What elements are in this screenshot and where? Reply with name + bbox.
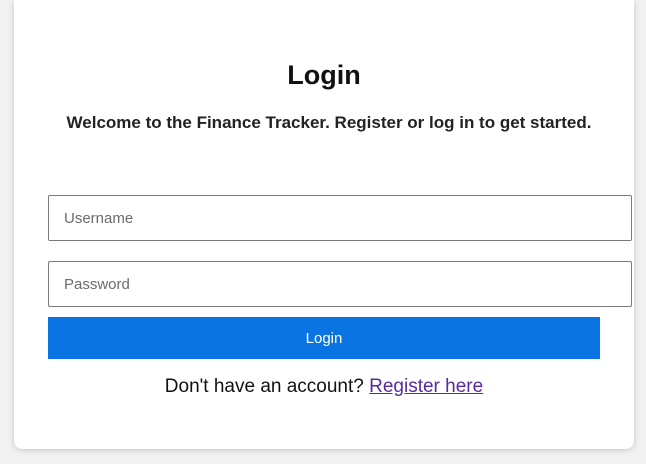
- register-prompt: Don't have an account? Register here: [14, 376, 634, 398]
- login-button[interactable]: Login: [48, 317, 600, 359]
- page-title: Login: [287, 60, 361, 90]
- register-link[interactable]: Register here: [369, 376, 483, 397]
- password-input[interactable]: [48, 261, 632, 307]
- register-prompt-text: Don't have an account?: [164, 376, 370, 397]
- welcome-message: Welcome to the Finance Tracker. Register…: [66, 113, 592, 132]
- username-input[interactable]: [48, 195, 632, 241]
- login-card: Login Welcome to the Finance Tracker. Re…: [14, 0, 634, 449]
